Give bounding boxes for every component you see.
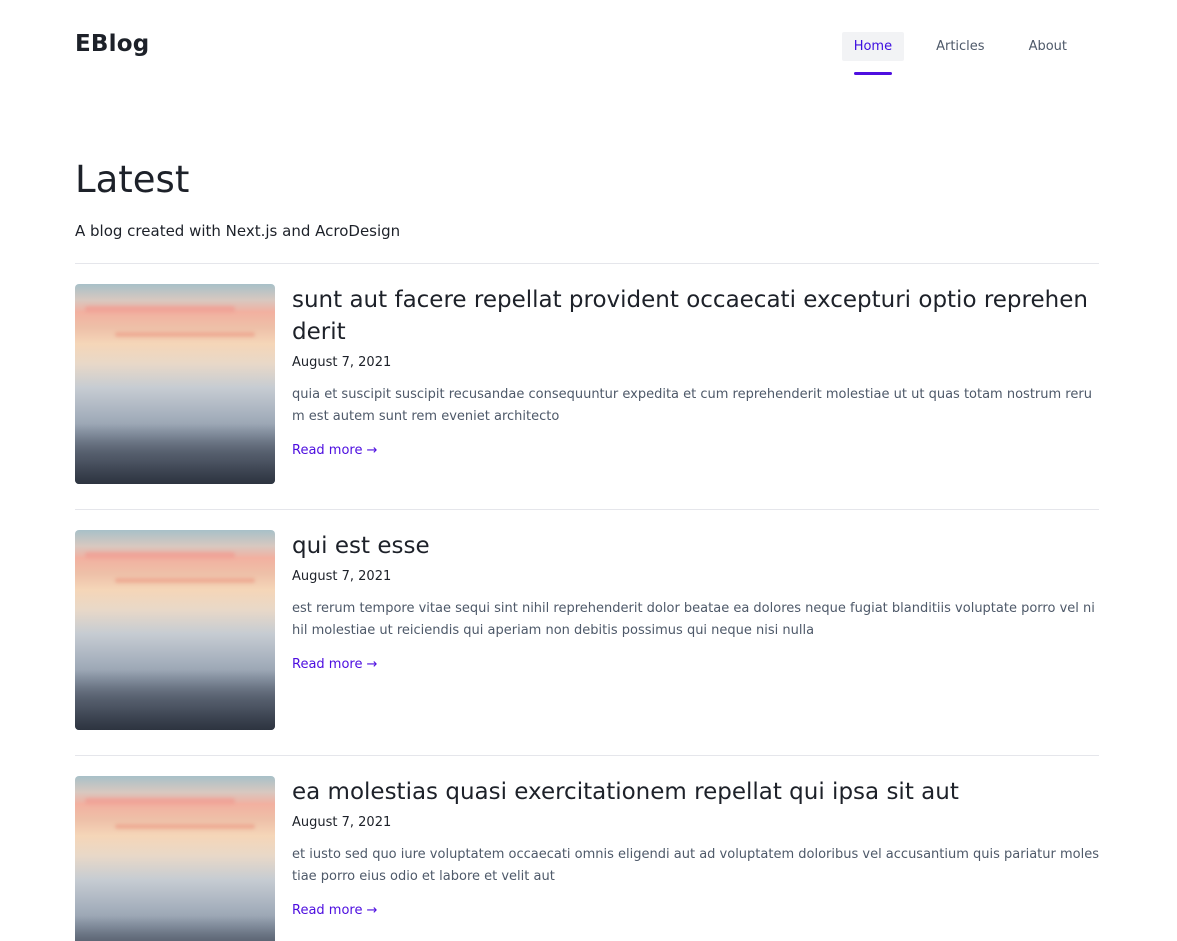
post-date: August 7, 2021 <box>292 815 392 830</box>
read-more-link[interactable]: Read more → <box>292 656 377 674</box>
site-header: EBlog Home Articles About <box>75 0 1099 94</box>
read-more-label: Read more <box>292 443 363 458</box>
post-title[interactable]: qui est esse <box>292 530 1100 562</box>
brand-logo[interactable]: EBlog <box>75 31 149 57</box>
main-nav: Home Articles About <box>822 32 1099 75</box>
post-title[interactable]: sunt aut facere repellat provident occae… <box>292 284 1100 348</box>
post-body: qui est esse August 7, 2021 est rerum te… <box>292 530 1100 674</box>
read-more-link[interactable]: Read more → <box>292 442 377 460</box>
post-body: sunt aut facere repellat provident occae… <box>292 284 1100 460</box>
post-thumbnail[interactable] <box>75 776 275 941</box>
post-thumbnail[interactable] <box>75 284 275 484</box>
post-date: August 7, 2021 <box>292 355 392 370</box>
post-excerpt: et iusto sed quo iure voluptatem occaeca… <box>292 847 1099 884</box>
post-excerpt: est rerum tempore vitae sequi sint nihil… <box>292 601 1095 638</box>
page-subtitle: A blog created with Next.js and AcroDesi… <box>75 222 401 240</box>
read-more-label: Read more <box>292 903 363 918</box>
arrow-right-icon: → <box>366 657 378 672</box>
post-divider <box>75 755 1099 756</box>
post-date: August 7, 2021 <box>292 569 392 584</box>
arrow-right-icon: → <box>366 903 378 918</box>
read-more-label: Read more <box>292 657 363 672</box>
nav-item-home[interactable]: Home <box>841 32 905 75</box>
post-body: ea molestias quasi exercitationem repell… <box>292 776 1100 920</box>
post-divider <box>75 509 1099 510</box>
arrow-right-icon: → <box>366 443 378 458</box>
nav-item-about[interactable]: About <box>1017 32 1079 61</box>
post-title[interactable]: ea molestias quasi exercitationem repell… <box>292 776 1100 808</box>
header-divider <box>75 263 1099 264</box>
page-container: EBlog Home Articles About Latest A blog … <box>75 0 1099 941</box>
post-thumbnail[interactable] <box>75 530 275 730</box>
read-more-link[interactable]: Read more → <box>292 902 377 920</box>
nav-item-articles[interactable]: Articles <box>924 32 996 61</box>
page-title: Latest <box>75 158 190 201</box>
post-excerpt: quia et suscipit suscipit recusandae con… <box>292 387 1092 424</box>
